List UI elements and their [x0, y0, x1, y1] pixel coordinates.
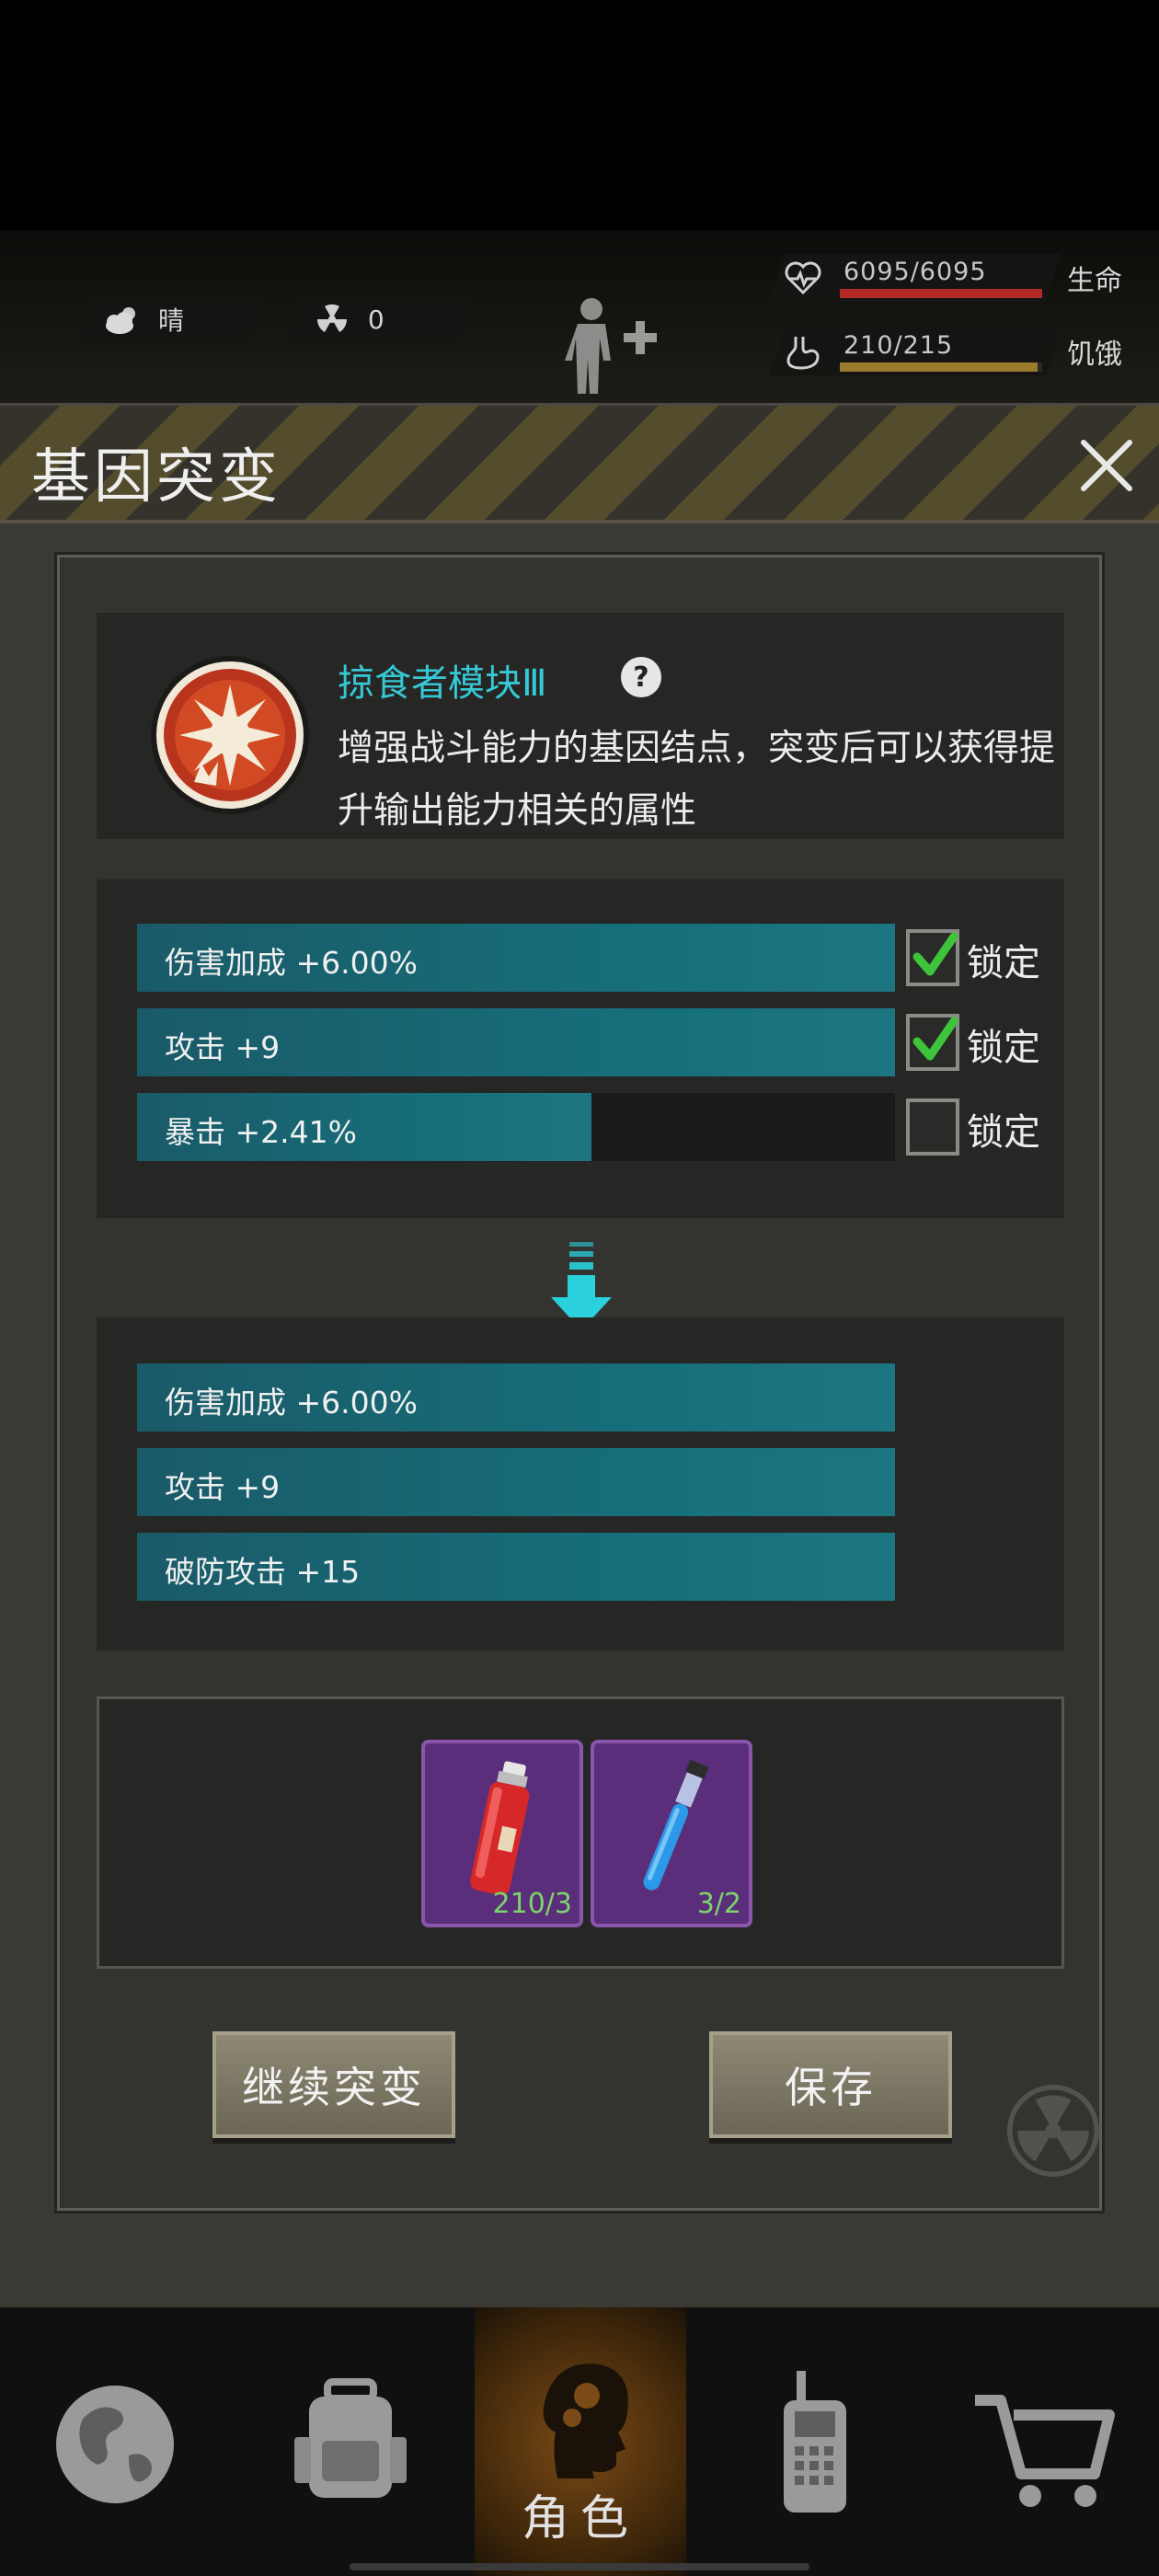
hunger-value: 210/215 — [843, 331, 954, 360]
backpack-icon — [294, 2378, 407, 2498]
close-icon — [1081, 440, 1132, 491]
gene-mutation-panel: 基因突变 掠食者模块Ⅲ ? 增强战斗能力的基因结点，突变后可以获得提升输出能力相… — [0, 403, 1159, 2307]
new-attr-row: 破防攻击 +15 — [137, 1533, 895, 1601]
current-attr-row: 暴击 +2.41% — [137, 1093, 895, 1161]
radiation-value: 0 — [368, 304, 384, 335]
hunger-bar — [840, 362, 1042, 372]
current-attr-row: 攻击 +9 — [137, 1008, 895, 1076]
cost-item-red-serum[interactable]: 210/3 — [421, 1740, 583, 1927]
cost-item-blue-tube[interactable]: 3/2 — [591, 1740, 752, 1927]
nav-world[interactable] — [9, 2307, 221, 2576]
new-attr-row: 攻击 +9 — [137, 1448, 895, 1516]
mutation-frame: 掠食者模块Ⅲ ? 增强战斗能力的基因结点，突变后可以获得提升输出能力相关的属性 … — [57, 555, 1102, 2211]
home-indicator — [350, 2563, 809, 2570]
gene-name: 掠食者模块Ⅲ — [338, 662, 547, 705]
nav-character-label: 角色 — [521, 2491, 639, 2547]
character-heal-icon[interactable] — [552, 285, 671, 405]
lock-toggle[interactable]: 锁定 — [906, 924, 1062, 992]
svg-text:?: ? — [633, 661, 648, 694]
current-attr-row: 伤害加成 +6.00% — [137, 924, 895, 992]
globe-icon — [56, 2386, 174, 2503]
weather-value: 晴 — [158, 305, 185, 336]
close-button[interactable] — [1074, 433, 1139, 498]
character-head-icon — [543, 2363, 628, 2478]
item-count: 3/2 — [696, 1888, 741, 1920]
attr-text: 攻击 +9 — [165, 1469, 281, 1505]
nav-character[interactable]: 角色 — [475, 2307, 686, 2576]
checkmark-icon — [912, 932, 958, 976]
radiation-watermark-icon — [1007, 2085, 1099, 2177]
status-area — [0, 0, 1159, 230]
predator-module-icon — [148, 653, 312, 817]
top-hud: 晴 0 6095/6095 生命 210/215 饥饿 — [0, 230, 1159, 405]
lock-checkbox[interactable] — [906, 1098, 959, 1156]
gene-description: 增强战斗能力的基因结点，突变后可以获得提升输出能力相关的属性 — [338, 728, 1056, 832]
health-stat: 6095/6095 生命 — [769, 254, 1136, 307]
attr-text: 攻击 +9 — [165, 1029, 281, 1065]
health-label: 生命 — [1067, 265, 1122, 297]
bottom-nav: 角色 — [0, 2307, 1159, 2576]
lock-label: 锁定 — [967, 1111, 1040, 1154]
lock-label: 锁定 — [967, 942, 1040, 984]
attr-text: 伤害加成 +6.00% — [165, 945, 418, 981]
lock-toggle[interactable]: 锁定 — [906, 1008, 1062, 1076]
current-attributes: 伤害加成 +6.00% 锁定 攻击 +9 锁定 暴击 +2.41% 锁定 — [97, 880, 1064, 1218]
panel-header: 基因突变 — [0, 406, 1159, 523]
attr-text: 暴击 +2.41% — [165, 1114, 357, 1150]
attr-text: 伤害加成 +6.00% — [165, 1385, 418, 1420]
nav-shop[interactable] — [938, 2307, 1150, 2576]
nav-backpack[interactable] — [245, 2307, 456, 2576]
attr-text: 破防攻击 +15 — [165, 1554, 361, 1590]
new-attributes: 伤害加成 +6.00% 攻击 +9 破防攻击 +15 — [97, 1317, 1064, 1650]
checkmark-icon — [912, 1017, 958, 1061]
panel-title: 基因突变 — [31, 443, 281, 512]
help-icon[interactable]: ? — [619, 655, 663, 699]
radiation-indicator[interactable]: 0 — [284, 296, 476, 342]
radiation-icon — [309, 301, 355, 338]
lock-label: 锁定 — [967, 1027, 1040, 1069]
lock-toggle[interactable]: 锁定 — [906, 1093, 1062, 1161]
health-value: 6095/6095 — [843, 258, 987, 286]
cost-items: 210/3 3/2 — [97, 1696, 1064, 1969]
hunger-label: 饥饿 — [1067, 339, 1122, 371]
nav-radio[interactable] — [706, 2307, 918, 2576]
walkie-talkie-icon — [784, 2371, 846, 2513]
gene-info: 掠食者模块Ⅲ ? 增强战斗能力的基因结点，突变后可以获得提升输出能力相关的属性 — [97, 613, 1064, 839]
hunger-stat: 210/215 饥饿 — [769, 328, 1136, 381]
continue-mutation-button[interactable]: 继续突变 — [212, 2031, 455, 2138]
heart-pulse-icon — [785, 259, 821, 296]
save-button[interactable]: 保存 — [709, 2031, 952, 2138]
shopping-cart-icon — [975, 2395, 1115, 2507]
cloudy-sun-icon — [99, 301, 145, 338]
stomach-icon — [785, 333, 821, 370]
new-attr-row: 伤害加成 +6.00% — [137, 1363, 895, 1432]
health-bar — [840, 289, 1042, 298]
item-count: 210/3 — [492, 1888, 572, 1920]
weather-indicator[interactable]: 晴 — [75, 296, 266, 342]
